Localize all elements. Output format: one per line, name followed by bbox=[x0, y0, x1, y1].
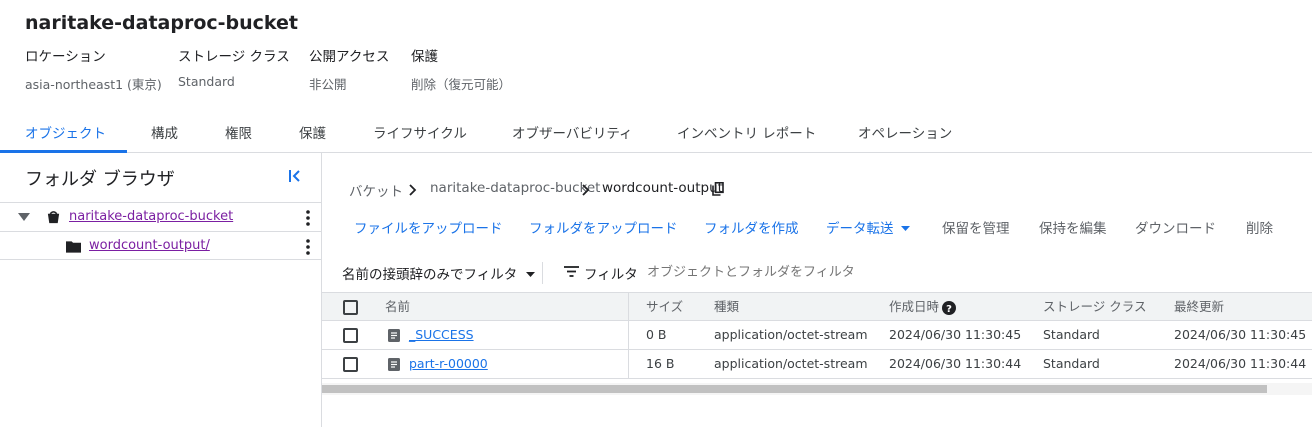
table-row[interactable]: part-r-00000 16 B application/octet-stre… bbox=[322, 350, 1312, 379]
horizontal-scrollbar-thumb[interactable] bbox=[322, 385, 1267, 393]
dropdown-arrow-icon bbox=[525, 272, 535, 277]
meta-protection-value: 削除（復元可能） bbox=[411, 77, 512, 92]
edit-retention-button[interactable]: 保持を編集 bbox=[1039, 217, 1107, 237]
more-vert-icon[interactable] bbox=[303, 239, 313, 255]
breadcrumb-folder: wordcount-output bbox=[602, 180, 723, 196]
tab-operations[interactable]: オペレーション bbox=[858, 117, 952, 153]
column-header-updated[interactable]: 最終更新 bbox=[1174, 293, 1224, 322]
tree-item-bucket[interactable]: naritake-dataproc-bucket bbox=[0, 202, 321, 231]
tab-lifecycle[interactable]: ライフサイクル bbox=[373, 117, 467, 153]
dropdown-arrow-icon bbox=[900, 226, 910, 231]
meta-protection: 保護 削除（復元可能） bbox=[411, 45, 511, 93]
object-name-text[interactable]: part-r-00000 bbox=[409, 356, 488, 371]
meta-location-value: asia-northeast1 (東京) bbox=[25, 77, 162, 92]
folder-browser-panel: フォルダ ブラウザ naritake-dataproc-bucket wordc… bbox=[0, 153, 322, 427]
row-checkbox[interactable] bbox=[343, 328, 358, 343]
object-storage-class: Standard bbox=[1043, 356, 1100, 371]
meta-public-access-value: 非公開 bbox=[309, 77, 347, 92]
transfer-data-label: データ転送 bbox=[826, 221, 894, 237]
expand-triangle-icon[interactable] bbox=[18, 212, 30, 222]
manage-holds-button[interactable]: 保留を管理 bbox=[942, 217, 1010, 237]
object-name-link[interactable]: _SUCCESS bbox=[409, 321, 474, 350]
tab-objects[interactable]: オブジェクト bbox=[25, 117, 106, 153]
tab-protection[interactable]: 保護 bbox=[299, 117, 326, 153]
object-size: 16 B bbox=[646, 356, 675, 371]
meta-public-access-label: 公開アクセス bbox=[309, 49, 390, 65]
tab-inventory-reports[interactable]: インベントリ レポート bbox=[677, 117, 816, 153]
prefix-filter-dropdown[interactable]: 名前の接頭辞のみでフィルタ bbox=[342, 263, 535, 283]
object-updated: 2024/06/30 11:30:45 bbox=[1174, 327, 1307, 342]
upload-folder-button[interactable]: フォルダをアップロード bbox=[529, 217, 678, 237]
column-header-type[interactable]: 種類 bbox=[714, 293, 739, 322]
folder-browser-title: フォルダ ブラウザ bbox=[25, 169, 175, 190]
tree-item-folder[interactable]: wordcount-output/ bbox=[0, 231, 321, 260]
object-storage-class: Standard bbox=[1043, 327, 1100, 342]
meta-location: ロケーション asia-northeast1 (東京) bbox=[25, 45, 162, 93]
breadcrumb-root[interactable]: バケット bbox=[349, 180, 403, 200]
filter-bar: 名前の接頭辞のみでフィルタ フィルタ bbox=[322, 254, 1312, 293]
object-type: application/octet-stream bbox=[714, 356, 868, 371]
bucket-icon bbox=[47, 211, 60, 224]
tab-permissions[interactable]: 権限 bbox=[225, 117, 252, 153]
meta-location-label: ロケーション bbox=[25, 49, 106, 65]
download-button[interactable]: ダウンロード bbox=[1135, 217, 1216, 237]
column-divider bbox=[628, 293, 629, 320]
meta-public-access: 公開アクセス 非公開 bbox=[309, 45, 389, 93]
more-vert-icon[interactable] bbox=[303, 210, 313, 226]
create-folder-button[interactable]: フォルダを作成 bbox=[704, 217, 799, 237]
breadcrumb-bucket[interactable]: naritake-dataproc-bucket bbox=[430, 180, 600, 196]
prefix-filter-label: 名前の接頭辞のみでフィルタ bbox=[342, 267, 518, 283]
row-checkbox[interactable] bbox=[343, 357, 358, 372]
table-row[interactable]: _SUCCESS 0 B application/octet-stream 20… bbox=[322, 321, 1312, 350]
copy-icon[interactable] bbox=[712, 182, 724, 196]
chevron-right-icon bbox=[582, 184, 590, 196]
filter-label: フィルタ bbox=[584, 267, 638, 283]
column-header-created[interactable]: 作成日時 bbox=[889, 293, 939, 322]
tree-folder-link[interactable]: wordcount-output/ bbox=[89, 238, 210, 253]
bucket-title: naritake-dataproc-bucket bbox=[25, 12, 299, 34]
meta-storage-class-value: Standard bbox=[178, 74, 235, 89]
meta-storage-class-label: ストレージ クラス bbox=[178, 49, 290, 65]
tab-bar: オブジェクト 構成 権限 保護 ライフサイクル オブザーバビリティ インベントリ… bbox=[0, 117, 1312, 153]
delete-button[interactable]: 削除 bbox=[1246, 217, 1273, 237]
table-header: 名前 サイズ 種類 作成日時 ? ストレージ クラス 最終更新 bbox=[322, 292, 1312, 321]
column-header-size[interactable]: サイズ bbox=[646, 293, 683, 322]
object-type: application/octet-stream bbox=[714, 327, 868, 342]
object-size: 0 B bbox=[646, 327, 667, 342]
column-header-name[interactable]: 名前 bbox=[385, 293, 410, 322]
tab-observability[interactable]: オブザーバビリティ bbox=[512, 117, 633, 153]
object-updated: 2024/06/30 11:30:44 bbox=[1174, 356, 1307, 371]
filter-divider bbox=[542, 262, 543, 284]
chevron-right-icon bbox=[409, 184, 417, 196]
select-all-checkbox[interactable] bbox=[343, 300, 358, 315]
column-divider bbox=[628, 321, 629, 349]
column-header-storage-class[interactable]: ストレージ クラス bbox=[1043, 293, 1146, 322]
tree-bucket-link[interactable]: naritake-dataproc-bucket bbox=[69, 209, 233, 224]
help-icon[interactable]: ? bbox=[942, 301, 956, 315]
svg-text:?: ? bbox=[946, 304, 952, 315]
collapse-panel-icon[interactable] bbox=[287, 168, 303, 184]
upload-files-button[interactable]: ファイルをアップロード bbox=[354, 217, 503, 237]
folder-icon bbox=[66, 241, 81, 253]
transfer-data-button[interactable]: データ転送 bbox=[826, 217, 910, 237]
object-created: 2024/06/30 11:30:44 bbox=[889, 356, 1022, 371]
tab-configuration[interactable]: 構成 bbox=[151, 117, 178, 153]
column-divider bbox=[628, 350, 629, 378]
meta-protection-label: 保護 bbox=[411, 49, 438, 65]
object-name-text[interactable]: _SUCCESS bbox=[409, 327, 474, 342]
object-filter-input[interactable] bbox=[647, 260, 1027, 284]
file-icon bbox=[388, 329, 400, 342]
meta-storage-class: ストレージ クラス Standard bbox=[178, 45, 290, 89]
file-icon bbox=[388, 358, 400, 371]
object-created: 2024/06/30 11:30:45 bbox=[889, 327, 1022, 342]
object-name-link[interactable]: part-r-00000 bbox=[409, 350, 488, 379]
filter-icon[interactable] bbox=[564, 266, 579, 277]
